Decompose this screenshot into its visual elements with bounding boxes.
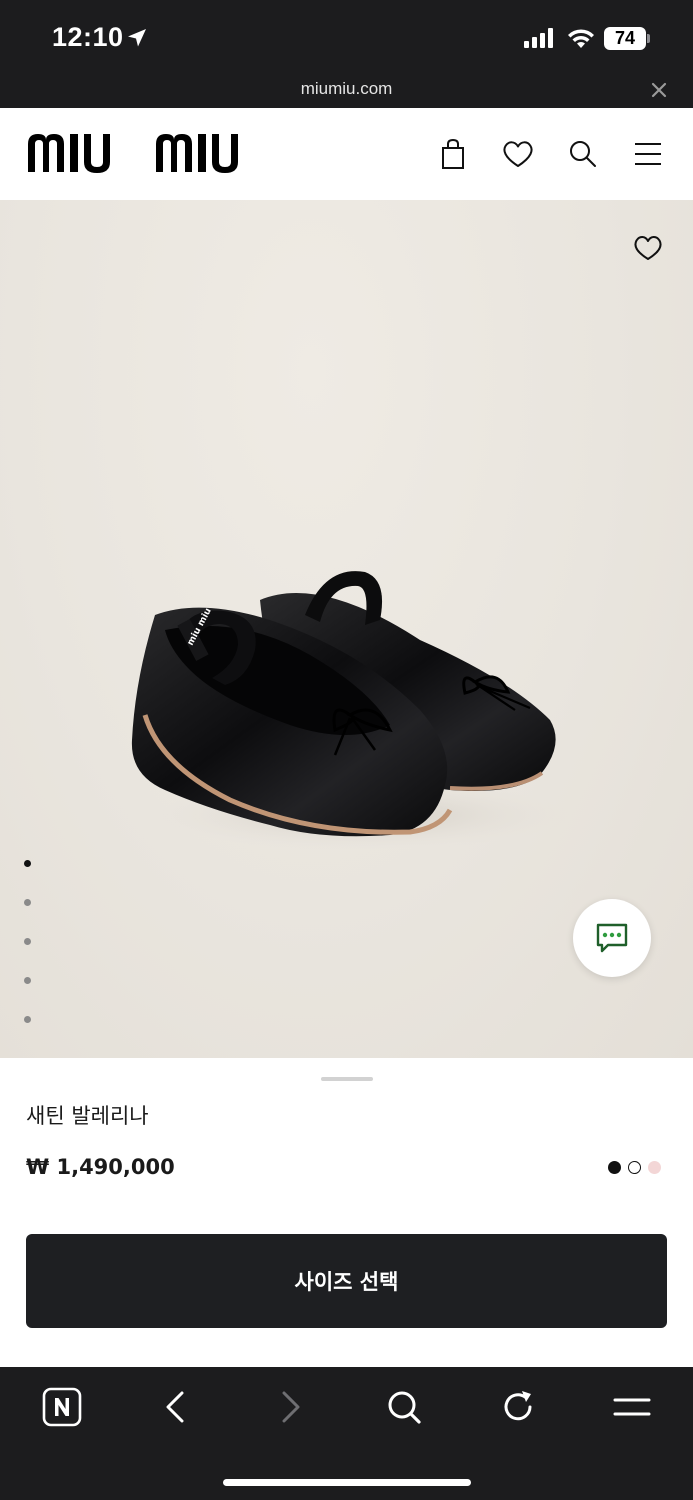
search-icon[interactable] — [384, 1387, 424, 1427]
product-name: 새틴 발레리나 — [26, 1104, 149, 1128]
naver-home-icon[interactable] — [42, 1387, 82, 1427]
gallery-dot[interactable] — [24, 977, 31, 984]
status-time: 12:10 — [52, 22, 124, 52]
location-arrow-icon — [128, 29, 146, 47]
wishlist-heart-icon[interactable] — [632, 232, 664, 262]
chat-icon — [596, 923, 628, 953]
sheet-handle[interactable] — [321, 1077, 373, 1081]
miu-miu-logo[interactable] — [28, 132, 270, 174]
url-text[interactable]: miumiu.com — [0, 79, 693, 99]
url-bar[interactable]: miumiu.com — [0, 72, 693, 108]
search-icon[interactable] — [565, 136, 601, 172]
color-swatch-black[interactable] — [608, 1161, 621, 1174]
cellular-signal-icon — [524, 28, 553, 48]
status-bar: 12:10 74 — [0, 0, 693, 72]
product-price: ₩ 1,490,000 — [26, 1155, 175, 1179]
home-indicator[interactable] — [223, 1479, 471, 1486]
back-icon[interactable] — [156, 1387, 196, 1427]
gallery-dot[interactable] — [24, 860, 31, 867]
menu-icon[interactable] — [630, 136, 666, 172]
gallery-dot[interactable] — [24, 1016, 31, 1023]
menu-icon[interactable] — [612, 1387, 652, 1427]
battery-tip — [647, 34, 650, 43]
reload-icon[interactable] — [498, 1387, 538, 1427]
ballerina-shoe-image: miu miu — [131, 571, 570, 850]
product-image-gallery[interactable]: miu miu — [0, 200, 693, 1058]
battery-indicator: 74 — [604, 27, 646, 50]
color-swatch-pink[interactable] — [648, 1161, 661, 1174]
select-size-button[interactable]: 사이즈 선택 — [26, 1234, 667, 1328]
color-swatch-white[interactable] — [628, 1161, 641, 1174]
wifi-icon — [568, 29, 594, 48]
bag-icon[interactable] — [435, 136, 471, 172]
close-icon[interactable] — [650, 81, 668, 99]
gallery-dot[interactable] — [24, 938, 31, 945]
site-header — [0, 108, 693, 200]
gallery-dot[interactable] — [24, 899, 31, 906]
forward-icon[interactable] — [270, 1387, 310, 1427]
chat-button[interactable] — [573, 899, 651, 977]
heart-icon[interactable] — [500, 136, 536, 172]
